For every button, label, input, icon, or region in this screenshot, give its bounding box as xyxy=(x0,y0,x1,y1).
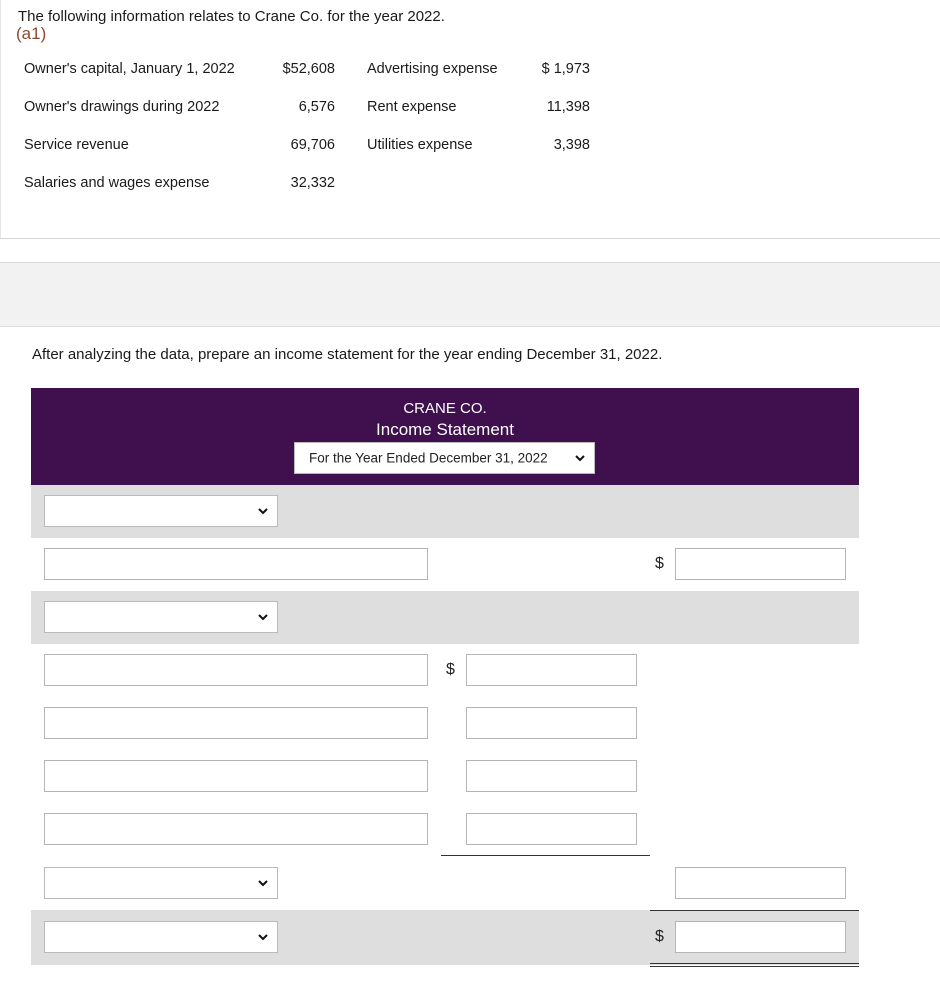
amount-input[interactable] xyxy=(466,813,637,845)
chevron-down-icon xyxy=(258,880,268,887)
account-label: Service revenue xyxy=(24,137,129,153)
chevron-down-icon xyxy=(258,508,268,515)
amount-input[interactable] xyxy=(466,654,637,686)
line-item-input[interactable] xyxy=(44,760,428,792)
account-label: Utilities expense xyxy=(367,137,473,153)
line-item-input[interactable] xyxy=(44,813,428,845)
amount-input[interactable] xyxy=(675,548,846,580)
instruction-text: After analyzing the data, prepare an inc… xyxy=(32,346,663,363)
statement-header: CRANE CO. Income Statement For the Year … xyxy=(31,388,859,485)
account-label: Advertising expense xyxy=(367,61,498,77)
account-amount: 6,576 xyxy=(298,99,335,115)
period-select[interactable]: For the Year Ended December 31, 2022 xyxy=(294,442,595,474)
amount-input[interactable] xyxy=(466,707,637,739)
line-item-input[interactable] xyxy=(44,654,428,686)
account-amount: $52,608 xyxy=(282,61,335,77)
total-rule-top xyxy=(650,910,859,911)
account-amount: 32,332 xyxy=(290,175,335,191)
chevron-down-icon xyxy=(258,614,268,621)
statement-title: Income Statement xyxy=(376,420,514,439)
company-name: CRANE CO. xyxy=(403,400,487,417)
part-label: (a1) xyxy=(16,24,47,43)
double-rule-1 xyxy=(650,963,859,964)
account-label: Rent expense xyxy=(367,99,457,115)
dollar-sign: $ xyxy=(446,661,455,678)
amount-input[interactable] xyxy=(675,921,846,953)
dollar-sign: $ xyxy=(655,555,664,572)
line-item-input[interactable] xyxy=(44,548,428,580)
account-amount: 11,398 xyxy=(546,99,590,115)
account-amount: 3,398 xyxy=(553,137,590,153)
account-select[interactable] xyxy=(44,867,278,899)
account-label: Owner's drawings during 2022 xyxy=(24,99,220,115)
amount-input[interactable] xyxy=(466,760,637,792)
account-amount: $ 1,973 xyxy=(541,61,590,77)
dollar-sign: $ xyxy=(655,928,664,945)
chevron-down-icon xyxy=(258,934,268,941)
account-label: Owner's capital, January 1, 2022 xyxy=(24,61,235,77)
part-header xyxy=(0,262,940,327)
line-item-input[interactable] xyxy=(44,707,428,739)
account-amount: 69,706 xyxy=(290,137,335,153)
info-panel xyxy=(0,0,940,239)
amount-input[interactable] xyxy=(675,867,846,899)
subtotal-rule xyxy=(441,855,650,856)
account-select[interactable] xyxy=(44,601,278,633)
account-select[interactable] xyxy=(44,495,278,527)
intro-text: The following information relates to Cra… xyxy=(18,8,445,25)
account-label: Salaries and wages expense xyxy=(24,175,210,191)
double-rule-2 xyxy=(650,966,859,967)
period-select-value: For the Year Ended December 31, 2022 xyxy=(309,450,548,466)
account-select[interactable] xyxy=(44,921,278,953)
chevron-down-icon xyxy=(575,455,585,462)
